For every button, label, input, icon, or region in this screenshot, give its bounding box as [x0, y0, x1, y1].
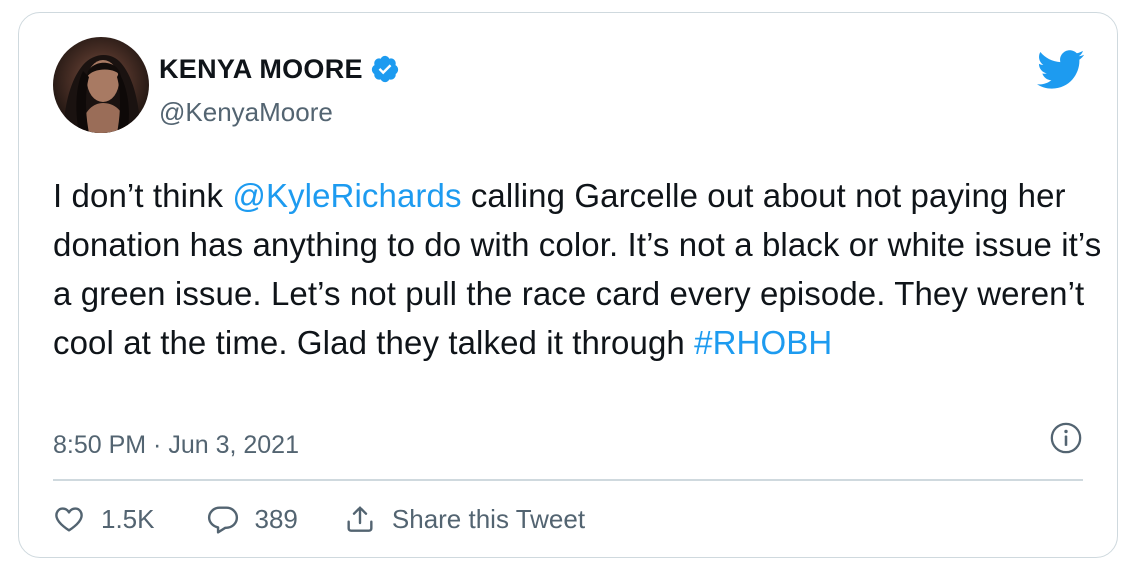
tweet-text: I don’t think @KyleRichards calling Garc… [53, 171, 1103, 367]
avatar[interactable] [53, 37, 149, 133]
hashtag-link[interactable]: #RHOBH [694, 324, 832, 361]
share-button[interactable]: Share this Tweet [344, 503, 585, 535]
divider [53, 479, 1083, 481]
tweet-card: KENYA MOORE @KenyaMoore I don’t think @K… [18, 12, 1118, 558]
share-label: Share this Tweet [391, 503, 586, 534]
author-name-row[interactable]: KENYA MOORE [159, 53, 400, 85]
like-button[interactable]: 1.5K [53, 503, 155, 535]
like-count: 1.5K [101, 503, 155, 534]
avatar-photo [63, 54, 141, 133]
reply-icon [207, 506, 238, 534]
twitter-bird-icon[interactable] [1037, 49, 1085, 91]
tweet-text-segment: I don’t think [53, 177, 233, 214]
heart-icon [55, 507, 83, 532]
share-icon [347, 506, 373, 532]
info-icon[interactable] [1049, 421, 1083, 455]
author-handle[interactable]: @KenyaMoore [159, 97, 333, 128]
reply-button[interactable]: 389 [207, 503, 298, 535]
tweet-actions: 1.5K 389 Share this Tweet [53, 501, 585, 537]
author-display-name[interactable]: KENYA MOORE [159, 54, 363, 85]
tweet-timestamp[interactable]: 8:50 PM · Jun 3, 2021 [53, 431, 299, 460]
mention-link[interactable]: @KyleRichards [232, 177, 461, 214]
verified-badge-icon [371, 55, 398, 83]
reply-count: 389 [254, 503, 298, 534]
